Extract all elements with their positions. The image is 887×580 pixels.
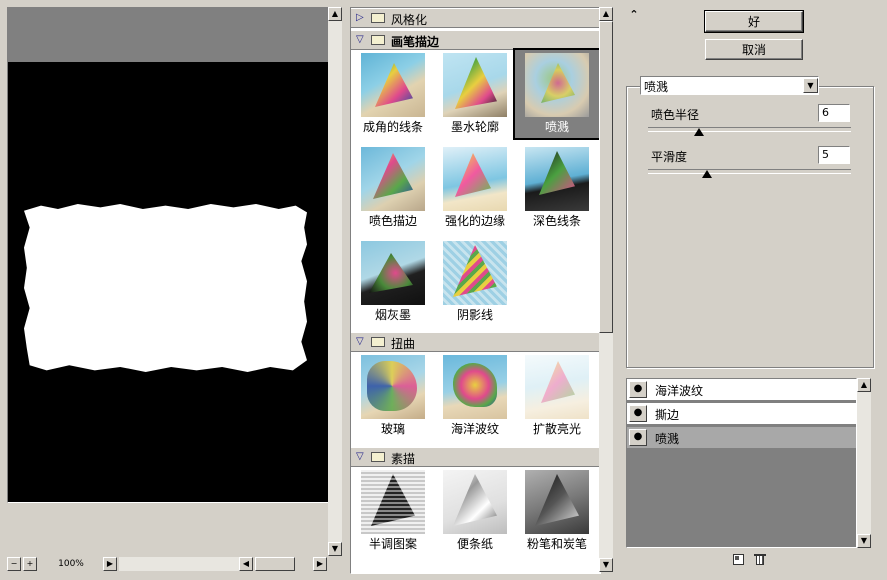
folder-icon [371,13,385,23]
preview-canvas[interactable] [7,7,330,503]
collapse-arrow-icon: ▽ [356,336,364,347]
filter-thumb[interactable]: 烟灰墨 [351,238,435,326]
filter-preview-image [361,53,425,117]
smoothness-input[interactable]: 5 [818,146,850,164]
scroll-right-icon[interactable]: ▶ [313,557,327,571]
layer-row-selected[interactable]: ● 喷溅 [627,427,856,449]
collapse-arrow-icon: ▽ [356,34,364,45]
category-stylize[interactable]: ▷ 风格化 [351,8,600,28]
filter-thumb[interactable]: 强化的边缘 [433,144,517,232]
scroll-right-icon[interactable]: ▶ [103,557,117,571]
zoom-level: 100% [58,559,84,569]
spray-radius-slider[interactable] [648,127,851,132]
distort-thumbs: 玻璃 海洋波纹 扩散亮光 [351,352,600,446]
filter-preview-image [525,147,589,211]
filter-preview-image [443,470,507,534]
scroll-down-icon[interactable]: ▼ [328,542,342,556]
preview-vscroll[interactable]: ▲ ▼ [328,7,342,556]
collapse-gallery-icon[interactable]: ⌃ [627,9,641,23]
smoothness-slider-thumb[interactable] [701,170,712,178]
ok-button[interactable]: 好 [704,10,804,33]
scroll-up-icon[interactable]: ▲ [599,7,613,21]
filter-preview-image [443,147,507,211]
filter-thumb[interactable]: 阴影线 [433,238,517,326]
effect-layers-list: ● 海洋波纹 ● 撕边 ● 喷溅 [626,378,857,548]
scroll-up-icon[interactable]: ▲ [328,7,342,21]
spray-radius-input[interactable]: 6 [818,104,850,122]
filter-select[interactable]: 喷溅 ▼ [640,76,819,95]
filter-preview-image [361,241,425,305]
zoom-bar: − + 100% ▶ ◀ ▶ [7,556,341,572]
filter-thumb[interactable]: 成角的线条 [351,50,435,138]
eye-icon[interactable]: ● [629,429,647,446]
param-label-smoothness: 平滑度 [651,150,688,164]
collapse-arrow-icon: ▽ [356,451,364,462]
scroll-down-icon[interactable]: ▼ [857,534,871,548]
eye-icon[interactable]: ● [629,381,647,398]
scroll-left-icon[interactable]: ◀ [239,557,253,571]
filter-thumb[interactable]: 喷色描边 [351,144,435,232]
layer-row[interactable]: ● 海洋波纹 [627,379,856,401]
filter-preview-image [443,241,507,305]
filter-thumb[interactable]: 粉笔和炭笔 [515,467,599,555]
filter-thumb[interactable]: 半调图案 [351,467,435,555]
zoom-in-button[interactable]: + [23,557,37,571]
gallery-scroll-thumb[interactable] [599,21,613,333]
filter-preview-image [443,53,507,117]
chevron-down-icon[interactable]: ▼ [803,78,818,93]
filter-select-value: 喷溅 [644,80,669,94]
scroll-down-icon[interactable]: ▼ [599,558,613,572]
smoothness-slider[interactable] [648,169,851,174]
zoom-out-button[interactable]: − [7,557,21,571]
filter-thumb[interactable]: 便条纸 [433,467,517,555]
filter-thumb-selected[interactable]: 喷溅 [513,48,600,140]
folder-open-icon [371,35,385,45]
filter-preview-image [361,147,425,211]
param-label-spray-radius: 喷色半径 [651,108,700,122]
gallery-vscroll[interactable]: ▲ ▼ [599,7,613,572]
sketch-thumbs: 半调图案 便条纸 粉笔和炭笔 [351,467,600,573]
hscroll-thumb[interactable] [255,557,295,571]
trash-icon[interactable] [754,553,766,566]
brush-strokes-thumbs: 成角的线条 墨水轮廓 喷溅 喷色描边 强化的边缘 深色线条 烟灰墨 阴影线 [351,48,600,332]
spray-radius-slider-thumb[interactable] [693,128,704,136]
filter-preview-image [361,355,425,419]
folder-open-icon [371,452,385,462]
layer-row[interactable]: ● 撕边 [627,403,856,425]
preview-white-area [24,204,307,372]
filter-preview-image [525,53,589,117]
eye-icon[interactable]: ● [629,405,647,422]
scroll-up-icon[interactable]: ▲ [857,378,871,392]
new-layer-icon[interactable] [733,554,744,565]
category-distort[interactable]: ▽ 扭曲 [351,332,600,352]
filter-thumb[interactable]: 扩散亮光 [515,352,599,440]
expand-arrow-icon: ▷ [356,12,364,23]
folder-open-icon [371,337,385,347]
category-brush-strokes[interactable]: ▽ 画笔描边 [351,30,600,50]
filter-preview-image [361,470,425,534]
filter-preview-image [525,355,589,419]
filter-thumb[interactable]: 墨水轮廓 [433,50,517,138]
filter-preview-image [443,355,507,419]
filter-thumb[interactable]: 玻璃 [351,352,435,440]
category-sketch[interactable]: ▽ 素描 [351,447,600,467]
layers-vscroll[interactable]: ▲ ▼ [857,378,871,548]
filter-thumb[interactable]: 海洋波纹 [433,352,517,440]
cancel-button[interactable]: 取消 [705,39,803,60]
filter-thumb[interactable]: 深色线条 [515,144,599,232]
filter-preview-image [525,470,589,534]
filter-gallery: ▷ 风格化 ▽ 画笔描边 成角的线条 墨水轮廓 喷溅 喷色描边 强化的边缘 深色… [350,7,601,574]
